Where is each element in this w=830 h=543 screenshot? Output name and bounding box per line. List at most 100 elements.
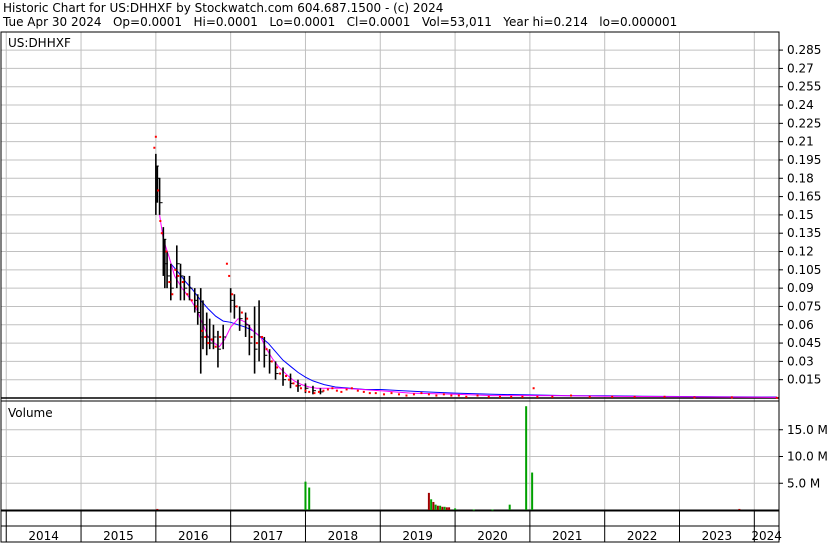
close-dot [331, 387, 334, 390]
volume-label: Volume [8, 406, 53, 420]
close-dot [510, 395, 513, 398]
close-dot [362, 390, 365, 393]
volume-bar [491, 509, 494, 511]
close-dot [412, 393, 415, 396]
close-dot [153, 146, 156, 149]
year-label: 2016 [178, 529, 209, 543]
close-dot [186, 293, 189, 296]
close-dot [159, 220, 162, 222]
close-dot [442, 393, 445, 396]
close-dot [397, 393, 400, 396]
close-dot [154, 135, 157, 138]
close-dot [465, 395, 468, 398]
close-dot [157, 189, 160, 192]
close-dot [207, 342, 210, 345]
volume-bar [439, 505, 442, 510]
close-dot [204, 335, 207, 338]
price-grid [1, 49, 779, 381]
volume-bar [448, 507, 451, 510]
volume-axis-ticks: 15.0 M 10.0 M 5.0 M [779, 423, 828, 490]
stockwatch-chart-window: Historic Chart for US:DHHXF by Stockwatc… [0, 0, 830, 543]
close-dot [210, 338, 213, 341]
close-dot [276, 366, 279, 369]
close-dot [177, 274, 180, 277]
close-dot [299, 387, 302, 390]
close-dot [225, 262, 228, 265]
close-dot [775, 396, 778, 399]
close-dot [405, 394, 408, 397]
close-dot [663, 395, 666, 398]
price-tick-label: 0.03 [787, 354, 814, 368]
close-dot [611, 395, 614, 398]
close-dot [356, 389, 359, 392]
year-label: 2020 [477, 529, 508, 543]
close-dot [536, 395, 539, 398]
volume-bar [508, 504, 511, 510]
moving-average-long-series [170, 263, 777, 398]
volume-tick-label: 15.0 M [787, 423, 828, 437]
year-label: 2015 [103, 529, 134, 543]
close-dot [279, 372, 282, 375]
close-dot [201, 329, 204, 332]
close-dot [231, 293, 234, 296]
close-dot [292, 382, 295, 385]
year-label: 2024 [751, 529, 782, 543]
close-dot [457, 394, 460, 397]
volume-bar [472, 509, 475, 511]
price-panel-frame [0, 31, 780, 402]
close-dot [340, 390, 343, 393]
close-dot [374, 392, 377, 395]
price-tick-label: 0.105 [787, 263, 821, 277]
volume-bar [531, 472, 534, 510]
price-tick-label: 0.27 [787, 61, 814, 75]
volume-bar [304, 481, 307, 510]
volume-bar [430, 499, 433, 510]
price-tick-label: 0.285 [787, 43, 821, 57]
price-tick-label: 0.21 [787, 135, 814, 149]
price-tick-label: 0.165 [787, 190, 821, 204]
price-tick-label: 0.255 [787, 80, 821, 94]
volume-bar [434, 504, 437, 510]
close-dot [588, 395, 591, 398]
price-tick-label: 0.24 [787, 98, 814, 112]
moving-average-long-line [170, 263, 777, 398]
volume-grid [1, 429, 779, 484]
close-dot [240, 311, 243, 314]
close-dot [270, 360, 273, 363]
close-dot [532, 387, 535, 390]
close-dot [450, 394, 453, 397]
close-dot [228, 274, 231, 277]
close-dot [633, 395, 636, 398]
close-dot [308, 390, 311, 393]
year-label: 2014 [28, 529, 59, 543]
close-dot [476, 394, 479, 397]
year-label: 2018 [328, 529, 359, 543]
year-label: 2021 [552, 529, 583, 543]
year-label: 2022 [627, 529, 658, 543]
close-dot [261, 335, 264, 338]
close-dot [420, 392, 423, 395]
volume-bar [525, 406, 528, 510]
volume-bar [454, 508, 457, 510]
volume-bar [436, 505, 439, 510]
close-dot [219, 335, 222, 338]
close-dot [435, 394, 438, 397]
close-dot [326, 388, 329, 391]
close-dot [214, 345, 217, 348]
volume-bar [445, 507, 448, 510]
close-dot [181, 281, 184, 284]
price-tick-label: 0.06 [787, 318, 814, 332]
close-dot [190, 299, 193, 302]
close-dot [285, 375, 288, 378]
close-dot [235, 305, 238, 308]
volume-bar [443, 506, 446, 510]
price-tick-label: 0.015 [787, 373, 821, 387]
close-dot [288, 378, 291, 381]
close-dot [304, 389, 307, 392]
price-axis-ticks: 0.285 0.27 0.255 0.24 0.225 0.21 0.195 0.18 0.16… [779, 43, 821, 387]
symbol-label: US:DHHXF [8, 36, 71, 50]
price-tick-label: 0.15 [787, 208, 814, 222]
close-dot [335, 389, 338, 392]
volume-bar [156, 508, 159, 510]
close-dot [551, 395, 554, 398]
